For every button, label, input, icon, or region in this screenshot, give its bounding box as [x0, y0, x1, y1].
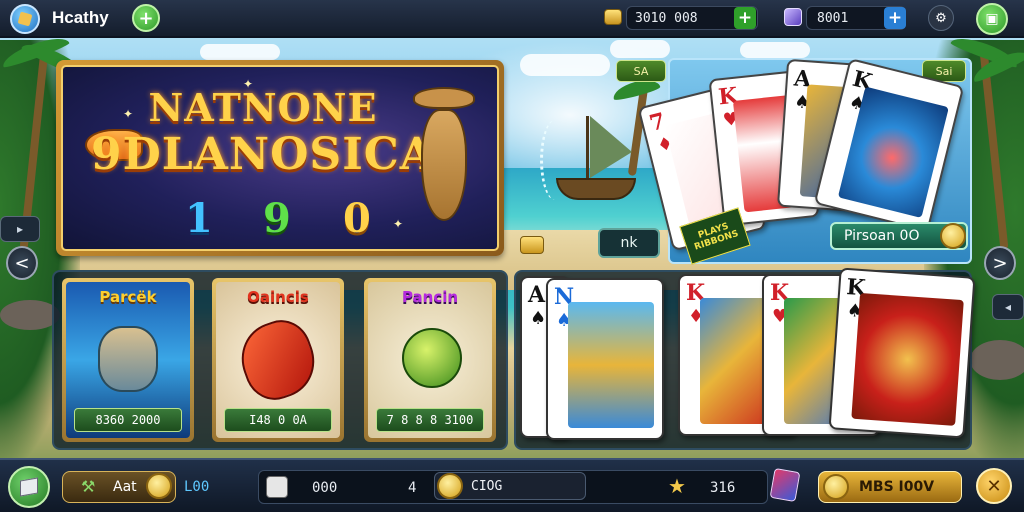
card-deck-icon[interactable] — [769, 467, 801, 503]
fishing-boat-icon — [556, 178, 636, 200]
game-tile-3[interactable]: Pancin 7 8 8 8 3100 — [364, 278, 496, 442]
banner-title-line1: NATNONE — [148, 85, 378, 130]
prize-coin-icon — [940, 223, 966, 249]
center-field[interactable]: CIOG — [434, 472, 586, 500]
shop-bag-icon[interactable]: ▣ — [976, 3, 1008, 35]
collect-button-label: MBS I00V — [859, 479, 935, 495]
gem-icon — [784, 8, 802, 26]
ship-sail — [590, 116, 632, 178]
status-left-value: 000 — [312, 480, 338, 496]
gold-bar-icon — [604, 9, 622, 25]
buy-gems-button[interactable]: + — [884, 7, 906, 29]
nav-left-arrow-glyph: < — [14, 252, 30, 274]
dice-icon[interactable] — [266, 476, 288, 498]
banner-digit-2: 9 — [263, 195, 291, 242]
hand-card-1-rank: A — [528, 282, 546, 308]
close-button[interactable]: ✕ — [976, 468, 1012, 504]
banner-title-line2: 9DLANOSICA — [91, 129, 435, 180]
add-friend-button[interactable]: + — [132, 4, 160, 32]
left-reward-value: L00 — [184, 479, 210, 495]
player-avatar[interactable] — [10, 4, 40, 34]
coin-stack-icon — [520, 236, 544, 254]
right-side-tab[interactable]: ◂ — [992, 294, 1024, 320]
nk-button[interactable]: nk — [598, 228, 660, 258]
tile-1-price: 8360 2000 — [74, 408, 182, 432]
nk-button-label: nk — [620, 235, 638, 251]
star-icon: ★ — [668, 474, 686, 498]
hammer-icon: ⚒ — [81, 477, 96, 496]
promo-banner[interactable]: NATNONE 9DLANOSICA 1 9 0 ✦ ✦ ✦ — [56, 60, 504, 256]
inventory-cube-button[interactable] — [8, 466, 50, 508]
center-field-value: CIOG — [471, 479, 503, 494]
top-bar: Hcathy + 3010 008 + 8001 + ⚙ ▣ — [0, 0, 1024, 38]
left-coin-icon — [146, 473, 172, 499]
game-tile-1[interactable]: Parcëk 8360 2000 — [62, 278, 194, 442]
tile-1-title: Parcëk — [99, 288, 157, 306]
cube-icon — [20, 477, 38, 497]
tile-2-price: I48 0 0A — [224, 408, 332, 432]
left-badge[interactable]: SA — [616, 60, 666, 82]
prize-button-label: Pirsoan 0O — [844, 228, 920, 244]
green-orb-icon — [402, 328, 462, 388]
leaping-fish-icon — [98, 326, 158, 392]
tile-3-title: Pancin — [401, 288, 459, 306]
hand-card-1-suit: ♠ — [530, 308, 547, 329]
close-icon: ✕ — [986, 475, 1002, 497]
tile-2-title: Oaincis — [247, 288, 309, 306]
gem-balance-value: 8001 — [817, 10, 849, 26]
prize-button[interactable]: Pirsoan 0O — [830, 222, 968, 250]
tile-3-price: 7 8 8 8 3100 — [376, 408, 484, 432]
nav-right-arrow[interactable]: > — [984, 246, 1016, 280]
player-name: Hcathy — [52, 8, 109, 27]
settings-icon[interactable]: ⚙ — [928, 5, 954, 31]
buy-gold-button[interactable]: + — [734, 7, 756, 29]
right-badge-label: Sai — [935, 64, 953, 78]
hand-card-2[interactable]: N ♠ — [546, 278, 664, 440]
nav-left-arrow[interactable]: < — [6, 246, 38, 280]
ship-mast — [586, 116, 589, 182]
fisherman-mascot-icon — [405, 87, 483, 237]
featured-card-1-rank: 7 — [646, 107, 668, 137]
left-reward-label: Aat — [113, 479, 137, 495]
status-count: 4 — [408, 480, 417, 496]
hand-card-5[interactable]: K ♠ — [828, 267, 976, 439]
banner-digit-3: 0 — [343, 195, 371, 242]
center-coin-icon — [437, 473, 463, 499]
star-value: 316 — [710, 480, 736, 496]
nav-right-arrow-glyph: > — [992, 252, 1008, 274]
banner-digit-1: 1 — [185, 195, 213, 242]
left-badge-label: SA — [633, 64, 649, 78]
red-fish-icon — [231, 311, 325, 409]
game-tile-2[interactable]: Oaincis I48 0 0A — [212, 278, 344, 442]
collect-coin-icon — [823, 474, 849, 500]
gold-balance-value: 3010 008 — [635, 10, 698, 26]
collect-button[interactable]: MBS I00V — [818, 471, 962, 503]
left-side-tab[interactable]: ▸ — [0, 216, 40, 242]
